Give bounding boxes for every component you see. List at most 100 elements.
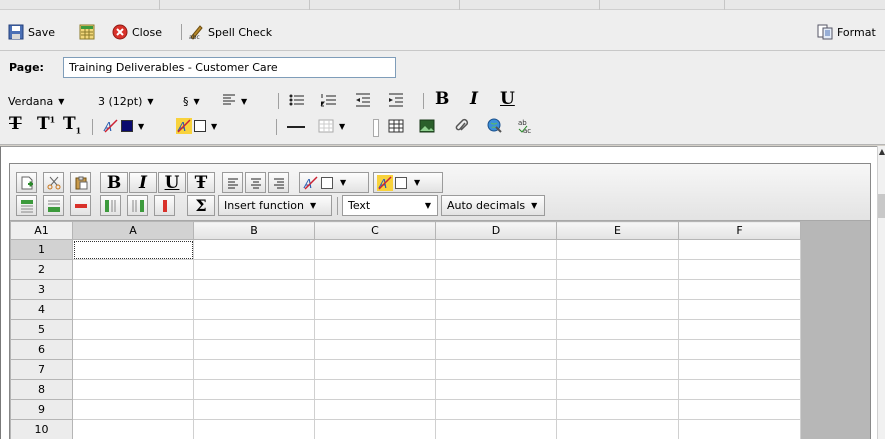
horizontal-rule-button[interactable] — [287, 125, 305, 129]
ss-align-right-button[interactable] — [268, 172, 289, 193]
highlight-color-picker[interactable]: A ▼ — [176, 118, 217, 134]
column-header-d[interactable]: D — [435, 221, 557, 240]
column-header-f[interactable]: F — [678, 221, 801, 240]
paste-special-button[interactable] — [16, 172, 37, 193]
spell-check-inline-button[interactable]: ab ac — [518, 118, 536, 134]
cell[interactable] — [193, 259, 315, 280]
ss-italic-button[interactable]: I — [129, 172, 157, 193]
cell[interactable] — [435, 299, 557, 320]
insert-link-button[interactable] — [487, 118, 503, 134]
insert-row-below-button[interactable] — [43, 195, 64, 216]
cell[interactable] — [556, 419, 679, 439]
cut-button[interactable] — [43, 172, 64, 193]
cell[interactable] — [193, 239, 315, 260]
underline-button[interactable]: U — [500, 89, 515, 109]
cell[interactable] — [678, 339, 801, 360]
cell[interactable] — [678, 259, 801, 280]
cell[interactable] — [435, 399, 557, 420]
cell[interactable] — [435, 259, 557, 280]
cell[interactable] — [678, 319, 801, 340]
cell[interactable] — [556, 299, 679, 320]
cell[interactable] — [72, 319, 194, 340]
cell[interactable] — [72, 339, 194, 360]
cell[interactable] — [193, 379, 315, 400]
ss-strikethrough-button[interactable]: Ŧ — [187, 172, 215, 193]
cell[interactable] — [435, 419, 557, 439]
row-header[interactable]: 5 — [10, 319, 73, 340]
paste-button[interactable] — [70, 172, 91, 193]
cell[interactable] — [435, 319, 557, 340]
cell[interactable] — [314, 239, 436, 260]
insert-image-button[interactable] — [419, 119, 435, 133]
delete-row-button[interactable] — [70, 195, 91, 216]
ss-bold-button[interactable]: B — [100, 172, 128, 193]
cell[interactable] — [314, 299, 436, 320]
vertical-scrollbar[interactable]: ▲ — [877, 146, 885, 439]
cell[interactable] — [678, 299, 801, 320]
cell[interactable] — [435, 359, 557, 380]
cell[interactable] — [556, 239, 679, 260]
cell[interactable] — [193, 319, 315, 340]
scroll-thumb[interactable] — [878, 194, 885, 218]
cell[interactable] — [72, 299, 194, 320]
cell[interactable] — [314, 259, 436, 280]
cell[interactable] — [678, 279, 801, 300]
indent-button[interactable] — [388, 93, 404, 107]
cell[interactable] — [314, 319, 436, 340]
cell[interactable] — [678, 379, 801, 400]
row-header[interactable]: 10 — [10, 419, 73, 439]
cell[interactable] — [678, 399, 801, 420]
insert-table-button[interactable] — [388, 119, 404, 133]
cell[interactable] — [193, 299, 315, 320]
cell-format-select[interactable]: Text ▼ — [342, 195, 438, 216]
insert-column-right-button[interactable] — [127, 195, 148, 216]
close-button[interactable]: Close — [112, 22, 162, 42]
cell[interactable] — [72, 399, 194, 420]
row-header[interactable]: 1 — [10, 239, 73, 260]
cell[interactable] — [435, 239, 557, 260]
cell[interactable] — [435, 339, 557, 360]
subscript-button[interactable]: T1 — [63, 114, 81, 135]
cell[interactable] — [678, 239, 801, 260]
cell[interactable] — [314, 379, 436, 400]
strikethrough-button[interactable]: T — [9, 114, 22, 134]
insert-column-left-button[interactable] — [100, 195, 121, 216]
table-select[interactable]: ▼ — [318, 119, 345, 133]
spell-check-button[interactable]: abc Spell Check — [188, 22, 272, 42]
cell[interactable] — [556, 359, 679, 380]
cell[interactable] — [556, 339, 679, 360]
italic-button[interactable]: I — [470, 89, 478, 109]
row-header[interactable]: 3 — [10, 279, 73, 300]
row-header[interactable]: 7 — [10, 359, 73, 380]
cell[interactable] — [72, 259, 194, 280]
bold-button[interactable]: B — [435, 89, 449, 109]
cell[interactable] — [556, 259, 679, 280]
column-header-b[interactable]: B — [193, 221, 315, 240]
row-header[interactable]: 2 — [10, 259, 73, 280]
delete-column-button[interactable] — [154, 195, 175, 216]
superscript-button[interactable]: T1 — [37, 114, 55, 134]
sum-button[interactable]: Σ — [187, 195, 215, 216]
paragraph-style-select[interactable]: § ▼ — [183, 95, 200, 108]
format-button[interactable]: Format — [817, 22, 876, 42]
cell[interactable] — [678, 419, 801, 439]
cell[interactable] — [556, 319, 679, 340]
cell[interactable] — [193, 279, 315, 300]
cell[interactable] — [193, 419, 315, 439]
numbered-list-button[interactable] — [320, 93, 336, 107]
cell[interactable] — [193, 399, 315, 420]
cell[interactable] — [556, 279, 679, 300]
spreadsheet-button[interactable] — [79, 22, 95, 42]
ss-align-left-button[interactable] — [222, 172, 243, 193]
cell[interactable] — [193, 339, 315, 360]
editor-content[interactable]: B I U Ŧ A ▼ A ▼ Σ — [0, 146, 877, 439]
cell[interactable] — [72, 279, 194, 300]
page-name-input[interactable] — [63, 57, 396, 78]
column-header-a[interactable]: A — [72, 221, 194, 240]
save-button[interactable]: Save — [8, 22, 55, 42]
row-header[interactable]: 4 — [10, 299, 73, 320]
outdent-button[interactable] — [355, 93, 371, 107]
cell[interactable] — [435, 379, 557, 400]
bullet-list-button[interactable] — [289, 93, 305, 107]
ss-align-center-button[interactable] — [245, 172, 266, 193]
